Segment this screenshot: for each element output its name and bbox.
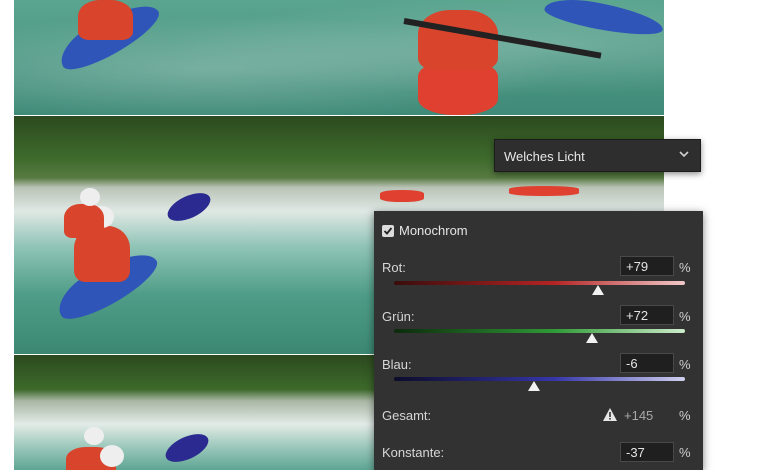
- red-label: Rot:: [382, 260, 406, 275]
- blue-label: Blau:: [382, 357, 412, 372]
- kayaker-front: [418, 10, 498, 70]
- monochrome-label: Monochrom: [399, 223, 468, 238]
- blue-slider-thumb[interactable]: [527, 381, 540, 391]
- checkmark-icon: [383, 227, 393, 235]
- green-slider-track[interactable]: [394, 329, 685, 333]
- red-slider-thumb[interactable]: [591, 285, 604, 295]
- paddle-blade: [163, 187, 215, 227]
- total-label: Gesamt:: [382, 408, 432, 423]
- blue-value-input[interactable]: -6: [620, 353, 674, 373]
- red-slider-track[interactable]: [394, 281, 685, 285]
- constant-label: Konstante:: [382, 445, 445, 460]
- green-slider-thumb[interactable]: [585, 333, 598, 343]
- chevron-down-icon: [679, 151, 689, 158]
- blend-mode-dropdown[interactable]: Welches Licht: [494, 139, 701, 172]
- green-label: Grün:: [382, 309, 415, 324]
- green-percent: %: [679, 309, 691, 324]
- total-value: +145: [624, 408, 654, 423]
- helmet: [80, 188, 100, 206]
- monochrome-checkbox[interactable]: [382, 225, 394, 237]
- warning-triangle-icon: [603, 408, 617, 421]
- paddle-blade: [161, 428, 213, 468]
- kayaker: [78, 0, 133, 40]
- red-value-input[interactable]: +79: [620, 256, 674, 276]
- green-value-input[interactable]: +72: [620, 305, 674, 325]
- blend-mode-value: Welches Licht: [504, 149, 585, 164]
- constant-percent: %: [679, 445, 691, 460]
- raft-red-2: [509, 186, 579, 196]
- total-percent: %: [679, 408, 691, 423]
- helmet: [84, 427, 104, 445]
- red-percent: %: [679, 260, 691, 275]
- kayaker-back: [64, 204, 104, 238]
- kayak-blue-2: [542, 0, 664, 41]
- helmet: [100, 445, 124, 467]
- constant-value-input[interactable]: -37: [620, 442, 674, 462]
- photo-strip-color: [14, 0, 664, 115]
- channel-mixer-panel: Monochrom Rot: +79 % Grün: +72 % Blau: -…: [374, 211, 703, 470]
- blue-percent: %: [679, 357, 691, 372]
- raft-red: [380, 190, 424, 202]
